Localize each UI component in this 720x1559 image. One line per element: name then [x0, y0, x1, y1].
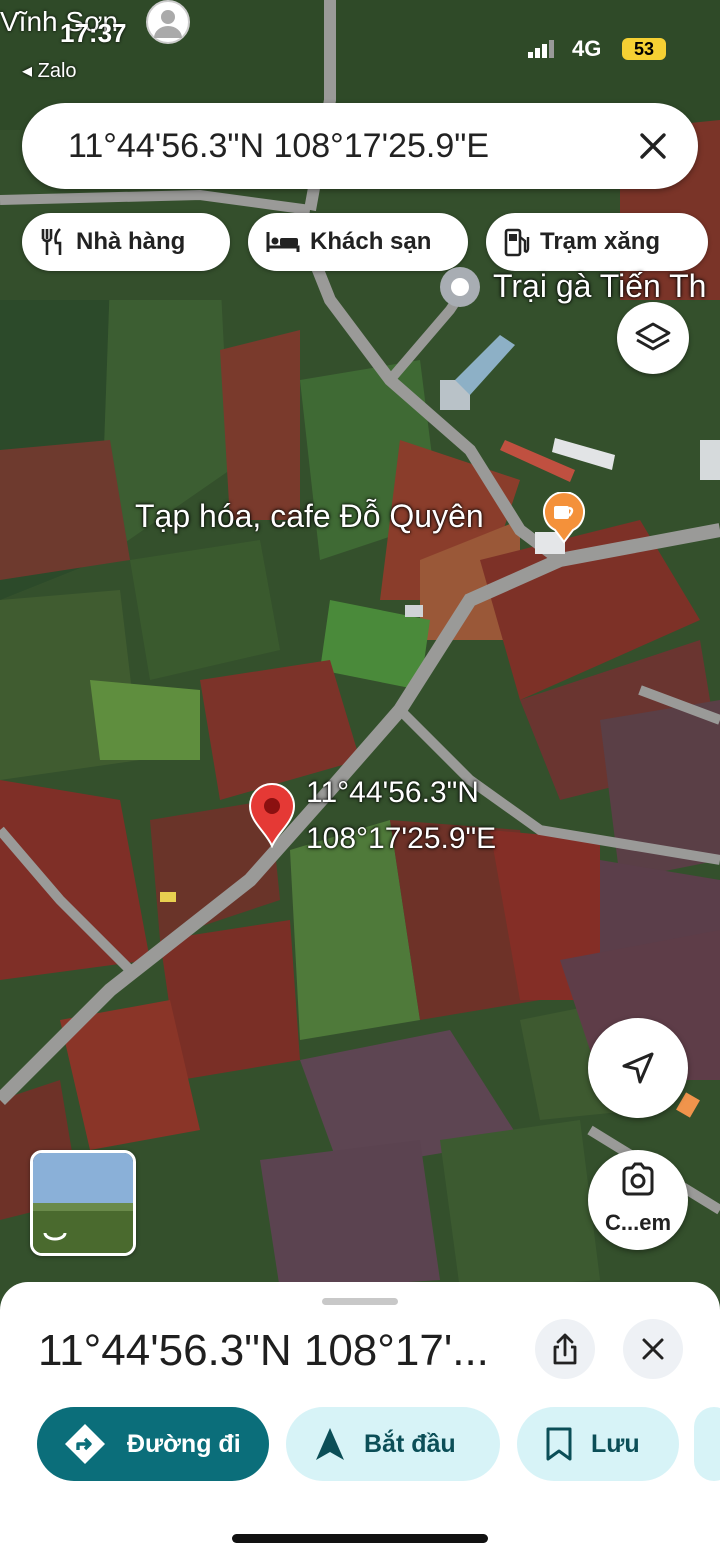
clock: 17:37 — [60, 18, 127, 48]
my-location-button[interactable] — [588, 1018, 688, 1118]
place-title: 11°44'56.3"N 108°17'... — [38, 1326, 489, 1375]
street-camera-button[interactable]: C...em — [588, 1150, 688, 1250]
sheet-drag-handle[interactable] — [322, 1298, 398, 1305]
save-label: Lưu — [591, 1429, 640, 1458]
place-label-cafe[interactable]: Tạp hóa, cafe Đỗ Quyên — [135, 498, 484, 535]
share-button[interactable] — [535, 1319, 595, 1379]
chip-gas-stations[interactable]: Trạm xăng — [486, 213, 708, 271]
dropped-pin[interactable] — [248, 782, 296, 849]
navigate-icon — [316, 1428, 344, 1460]
back-app-label: Zalo — [37, 60, 77, 82]
camera-icon — [622, 1162, 654, 1196]
gas-station-icon — [504, 228, 530, 257]
close-sheet-button[interactable] — [623, 1319, 683, 1379]
start-label: Bắt đầu — [364, 1429, 456, 1458]
layers-icon — [635, 322, 671, 351]
hotel-icon — [266, 232, 300, 252]
save-button[interactable]: Lưu — [517, 1407, 679, 1481]
start-button[interactable]: Bắt đầu — [286, 1407, 500, 1481]
place-marker-farm[interactable] — [438, 265, 482, 309]
pin-latitude: 11°44'56.3"N — [306, 776, 479, 809]
status-bar: Vĩnh Sơn 17:37 ◂ Zalo 4G 53 — [0, 0, 720, 90]
chip-label: Trạm xăng — [540, 228, 661, 255]
signal-icon — [528, 40, 554, 58]
place-label-farm[interactable]: Trại gà Tiến Th — [493, 268, 706, 305]
bookmark-icon — [546, 1427, 572, 1461]
network-type: 4G — [572, 36, 602, 61]
home-indicator[interactable] — [232, 1534, 488, 1543]
more-actions-pill[interactable] — [694, 1407, 720, 1481]
share-icon — [553, 1333, 577, 1365]
avatar — [146, 0, 190, 44]
chip-hotels[interactable]: Khách sạn — [248, 213, 468, 271]
chip-restaurants[interactable]: Nhà hàng — [22, 213, 230, 271]
layers-button[interactable] — [617, 302, 689, 374]
directions-button[interactable]: Đường đi — [37, 1407, 269, 1481]
camera-button-label: C...em — [604, 1210, 672, 1235]
cafe-icon — [543, 491, 585, 544]
search-bar[interactable]: 11°44'56.3"N 108°17'25.9"E — [22, 103, 698, 189]
pin-longitude: 108°17'25.9"E — [306, 822, 497, 855]
directions-icon — [65, 1424, 105, 1464]
search-query[interactable]: 11°44'56.3"N 108°17'25.9"E — [68, 127, 489, 166]
place-bottom-sheet[interactable]: 11°44'56.3"N 108°17'... Đường đi Bắt đầu… — [0, 1282, 720, 1559]
battery-indicator: 53 — [622, 38, 666, 60]
place-dot-icon — [440, 267, 480, 307]
street-view-image — [33, 1153, 133, 1253]
chip-label: Khách sạn — [310, 228, 432, 255]
street-view-thumbnail[interactable] — [30, 1150, 136, 1256]
restaurant-icon — [41, 228, 62, 255]
navigation-arrow-icon — [622, 1052, 654, 1084]
close-icon — [642, 1338, 664, 1360]
back-to-app-link[interactable]: ◂ Zalo — [22, 58, 77, 83]
person-icon — [154, 10, 182, 38]
place-marker-cafe[interactable] — [541, 491, 587, 544]
close-icon[interactable] — [636, 129, 670, 163]
chip-label: Nhà hàng — [76, 228, 186, 255]
map-pin-icon — [248, 783, 296, 849]
directions-label: Đường đi — [127, 1429, 241, 1458]
pin-coordinates-label: 11°44'56.3"N 108°17'25.9"E — [306, 770, 496, 862]
